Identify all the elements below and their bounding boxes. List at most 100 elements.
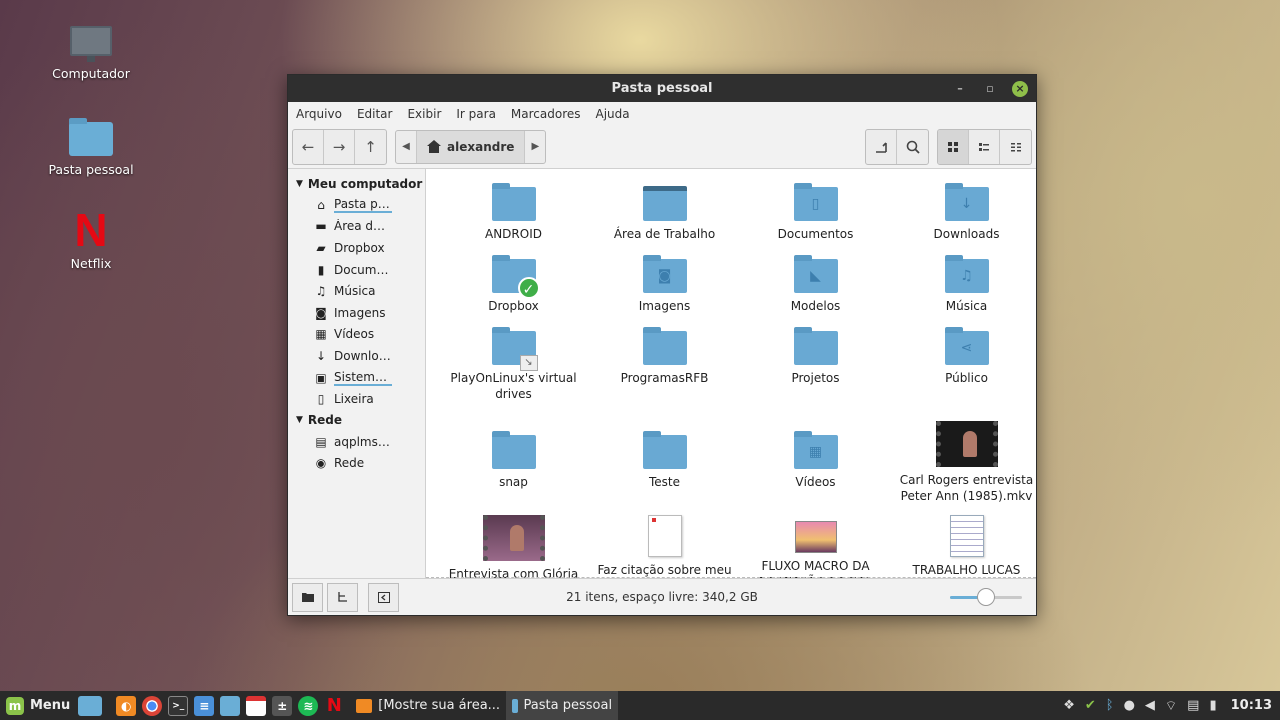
breadcrumb-home[interactable]: alexandre xyxy=(416,130,526,163)
icon-view-button[interactable] xyxy=(938,129,969,164)
desktop-icon-computer[interactable]: Computador xyxy=(36,26,146,81)
back-button[interactable]: ← xyxy=(293,129,324,164)
zoom-handle[interactable] xyxy=(977,588,995,606)
file-name: Área de Trabalho xyxy=(613,227,716,241)
title-bar[interactable]: Pasta pessoal – ▫ × xyxy=(288,75,1036,102)
show-desktop-launcher[interactable] xyxy=(78,695,103,716)
file-item[interactable]: ↘ PlayOnLinux's virtual drives xyxy=(438,323,589,417)
clipboard-tray-icon[interactable]: ▤ xyxy=(1187,698,1199,713)
file-view[interactable]: ANDROID Área de Trabalho ▯ Documentos ↓ Do… xyxy=(426,169,1036,578)
taskbar-item-screenshot[interactable]: [Mostre sua área... xyxy=(350,691,506,720)
zoom-slider[interactable] xyxy=(950,588,1022,606)
file-item[interactable]: Entrevista com Glória (1964).mp4 xyxy=(438,511,589,578)
file-item[interactable]: ◣ Modelos xyxy=(740,251,891,323)
sidebar-item-pasta-pessoal[interactable]: ⌂ Pasta pessoal xyxy=(288,194,425,216)
sidebar-item-documentos[interactable]: ▮ Documentos xyxy=(288,259,425,281)
menu-editar[interactable]: Editar xyxy=(357,107,393,121)
file-item[interactable]: ⋖ Público xyxy=(891,323,1036,417)
menu-ajuda[interactable]: Ajuda xyxy=(596,107,630,121)
files-launcher-icon[interactable] xyxy=(220,695,241,716)
sidebar-item-sistema-de-arquivos[interactable]: ▣ Sistema de arquivos xyxy=(288,367,425,389)
sidebar-item-downloads[interactable]: ↓ Downloads xyxy=(288,345,425,367)
minimize-button[interactable]: – xyxy=(952,81,968,97)
volume-tray-icon[interactable]: ◀ xyxy=(1145,698,1155,713)
file-item[interactable]: ↓ Downloads xyxy=(891,179,1036,251)
close-button[interactable]: × xyxy=(1012,80,1028,97)
desktop-icon-label: Netflix xyxy=(70,256,112,271)
person-icon xyxy=(962,431,977,457)
file-name: Público xyxy=(945,371,988,385)
taskbar-item-pasta-pessoal[interactable]: Pasta pessoal xyxy=(506,691,619,720)
sidebar-section-computer[interactable]: ▼ Meu computador xyxy=(288,173,425,194)
dropbox-tray-icon[interactable]: ❖ xyxy=(1063,698,1075,713)
file-item[interactable]: Projetos xyxy=(740,323,891,417)
screenshot-launcher-icon[interactable]: ◐ xyxy=(116,695,137,716)
menu-button[interactable]: m Menu xyxy=(0,691,78,720)
menu-arquivo[interactable]: Arquivo xyxy=(296,107,342,121)
desktop-icon-home[interactable]: Pasta pessoal xyxy=(36,118,146,177)
up-button[interactable]: ↑ xyxy=(355,130,386,164)
sidebar-item-imagens[interactable]: ◙ Imagens xyxy=(288,302,425,324)
chrome-launcher-icon[interactable] xyxy=(142,695,163,716)
sidebar-item-lixeira[interactable]: ▯ Lixeira xyxy=(288,388,425,410)
shield-tray-icon[interactable]: ✔ xyxy=(1085,698,1096,713)
show-treeview-button[interactable] xyxy=(327,582,358,612)
file-item[interactable]: Teste xyxy=(589,417,740,511)
menu-ir-para[interactable]: Ir para xyxy=(456,107,496,121)
file-name: Carl Rogers entrevista Peter Ann (1985).… xyxy=(899,473,1034,503)
toggle-location-button[interactable] xyxy=(866,129,897,164)
breadcrumb-next-button[interactable]: ▶ xyxy=(525,141,545,152)
user-tray-icon[interactable]: ● xyxy=(1124,698,1135,713)
file-item[interactable]: ▦ Vídeos xyxy=(740,417,891,511)
menu-marcadores[interactable]: Marcadores xyxy=(511,107,581,121)
sidebar-item-rede[interactable]: ◉ Rede xyxy=(288,453,425,475)
calendar-launcher-icon[interactable] xyxy=(246,695,267,716)
location-entry-icon xyxy=(876,141,887,153)
file-item[interactable]: snap xyxy=(438,417,589,511)
file-item[interactable]: ✓ Dropbox xyxy=(438,251,589,323)
sidebar-item-server[interactable]: ▤ aqplmsp... xyxy=(288,431,425,453)
mint-logo-icon: m xyxy=(6,696,24,715)
clock[interactable]: 10:13 xyxy=(1231,698,1272,713)
compact-view-button[interactable] xyxy=(1000,130,1031,164)
file-item[interactable]: ▯ Documentos xyxy=(740,179,891,251)
battery-tray-icon[interactable]: ▮ xyxy=(1209,698,1216,713)
terminal-launcher-icon[interactable]: >_ xyxy=(168,695,189,716)
file-item[interactable]: ◙ Imagens xyxy=(589,251,740,323)
file-name: Vídeos xyxy=(795,475,836,489)
file-item[interactable]: Carl Rogers entrevista Peter Ann (1985).… xyxy=(891,417,1036,511)
calculator-launcher-icon[interactable]: ± xyxy=(272,695,293,716)
file-item[interactable]: ProgramasRFB xyxy=(589,323,740,417)
pictures-folder-icon: ◙ xyxy=(642,255,687,293)
desktop-icon-netflix[interactable]: N Netflix xyxy=(36,206,146,271)
file-item[interactable]: ANDROID xyxy=(438,179,589,251)
file-item[interactable]: Área de Trabalho xyxy=(589,179,740,251)
sidebar-item-musica[interactable]: ♫ Música xyxy=(288,280,425,302)
forward-button[interactable]: → xyxy=(324,129,355,164)
hide-sidebar-button[interactable] xyxy=(368,582,399,612)
netflix-launcher-icon[interactable]: N xyxy=(324,695,344,716)
file-item[interactable]: TRABALHO LUCAS Biografia.odt xyxy=(891,511,1036,578)
file-item[interactable]: FLUXO MACRO DA PROTEÇÃO SOCIAL xyxy=(740,511,891,578)
search-button[interactable] xyxy=(897,130,928,164)
sidebar-item-videos[interactable]: ▦ Vídeos xyxy=(288,324,425,346)
list-view-button[interactable] xyxy=(969,129,1000,164)
spotify-launcher-icon[interactable]: ≋ xyxy=(298,695,319,716)
breadcrumb-prev-button[interactable]: ◀ xyxy=(396,141,416,152)
text-editor-launcher-icon[interactable]: ≡ xyxy=(194,695,215,716)
file-item[interactable]: Faz citação sobre meu artigo Dissertação xyxy=(589,511,740,578)
sidebar-item-dropbox[interactable]: ▰ Dropbox xyxy=(288,237,425,259)
folder-icon xyxy=(512,698,518,713)
sidebar-item-label: Vídeos xyxy=(334,327,375,342)
file-item[interactable]: ♫ Música xyxy=(891,251,1036,323)
sidebar-section-network[interactable]: ▼ Rede xyxy=(288,410,425,431)
bluetooth-tray-icon[interactable]: ᛒ xyxy=(1106,698,1114,713)
wifi-tray-icon[interactable]: ⌔ xyxy=(1165,698,1177,714)
task-label: Pasta pessoal xyxy=(523,698,613,713)
menu-exibir[interactable]: Exibir xyxy=(407,107,441,121)
show-places-button[interactable] xyxy=(292,582,323,612)
sidebar-item-area-de-trabalho[interactable]: ▬ Área de Trabalho xyxy=(288,216,425,238)
maximize-button[interactable]: ▫ xyxy=(982,81,998,97)
file-name: Teste xyxy=(648,475,680,489)
home-icon: ⌂ xyxy=(317,197,325,212)
